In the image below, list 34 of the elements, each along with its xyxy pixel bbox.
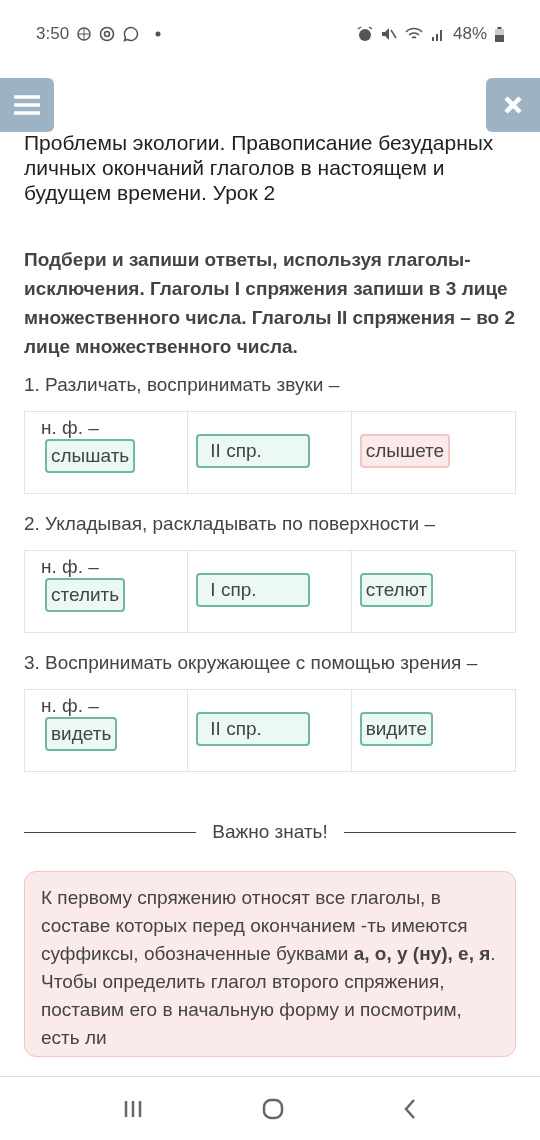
form-label: н. ф. –	[41, 695, 99, 717]
recent-apps-icon[interactable]	[123, 1098, 144, 1119]
lesson-title: Проблемы экологии. Правописание безударных личных окончаний глаголов в настоящем и будущем времени. Урок 2	[24, 130, 495, 205]
form-label: н. ф. –	[41, 556, 99, 578]
task-instruction: Подбери и запиши ответы, используя глаголы-исключения. Глаголы I спряжения запиши в 3 лице множественного числа. Глаголы II спряжения – во 2 лице множественного числа.	[24, 248, 516, 359]
signal-icon	[430, 27, 445, 41]
close-icon	[503, 95, 523, 115]
wifi-icon	[404, 27, 423, 41]
back-icon[interactable]	[402, 1097, 417, 1120]
section-heading: Важно знать!	[212, 820, 328, 844]
dot-icon	[155, 31, 162, 37]
clock-time: 3:50	[36, 23, 70, 46]
answer-field[interactable]: стелют	[359, 573, 434, 607]
mute-icon	[380, 26, 397, 42]
menu-icon	[14, 95, 40, 115]
answer-field[interactable]: видеть	[45, 717, 118, 751]
task-prompt: 1. Различать, воспринимать звуки –	[24, 373, 341, 397]
chat-icon	[123, 26, 140, 42]
task-prompt: 2. Укладывая, раскладывать по поверхности –	[24, 512, 437, 536]
answer-field[interactable]: стелить	[45, 578, 126, 612]
globe-icon	[77, 27, 92, 41]
answer-field[interactable]: слышете	[359, 434, 451, 468]
home-icon[interactable]	[262, 1097, 284, 1120]
answer-field[interactable]: видите	[359, 712, 434, 746]
battery-percent: 48%	[452, 23, 487, 46]
task-prompt: 3. Воспринимать окружающее с помощью зрения –	[24, 651, 479, 675]
answer-field[interactable]: II спр.	[196, 712, 311, 746]
answer-field[interactable]: II спр.	[196, 434, 311, 468]
battery-icon	[495, 26, 504, 42]
form-label: н. ф. –	[41, 417, 99, 439]
alarm-icon	[356, 26, 373, 42]
answer-field[interactable]: I спр.	[196, 573, 311, 607]
answer-field[interactable]: слышать	[45, 439, 136, 473]
info-text: К первому спряжению относят все глаголы, в составе которых перед окончанием -ть имеются суффиксы, обозначенные буквами а, о, у (ну), е, я. Чтобы определить глагол второго спряжения, поставим его в начальную форму и посмотрим, есть ли	[41, 885, 497, 1050]
